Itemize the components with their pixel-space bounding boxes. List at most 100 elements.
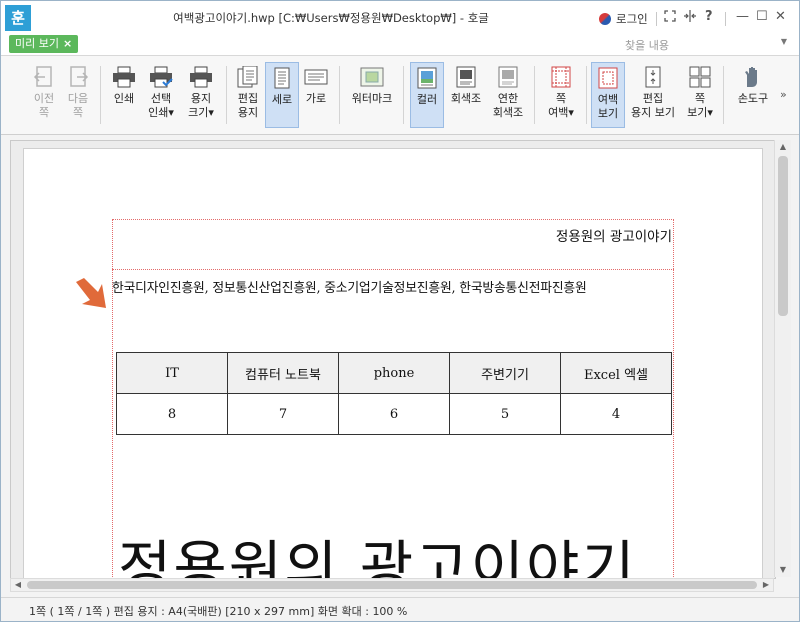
scroll-down-icon[interactable]: ▼ — [775, 563, 791, 577]
document-viewport[interactable]: 정용원의 광고이야기 한국디자인진흥원, 정보통신산업진흥원, 중소기업기술정보… — [10, 140, 776, 579]
app-logo-icon[interactable]: 훈 — [5, 5, 31, 31]
edit-paper-label-1: 편집 — [237, 92, 259, 105]
prev-page-icon — [33, 66, 52, 87]
ribbon-divider — [226, 66, 227, 124]
print-button[interactable]: 인쇄 — [107, 62, 141, 128]
grayscale-label: 회색조 — [450, 92, 482, 105]
print-icon — [113, 66, 135, 88]
watermark-label: 워터마크 — [351, 92, 393, 105]
scroll-right-icon[interactable]: ▶ — [759, 579, 773, 591]
tab-row: 미리 보기 × 찾을 내용 ▼ — [1, 33, 799, 56]
table-cell: 7 — [227, 393, 339, 435]
page-view-button[interactable]: 쪽 보기▾ — [683, 62, 717, 128]
grayscale-button[interactable]: 회색조 — [446, 62, 486, 128]
window-title: 여백광고이야기.hwp [C:₩Users₩정용원₩Desktop₩] - 호글 — [173, 11, 489, 25]
show-margin-label-1: 여백 — [597, 93, 619, 106]
print-label: 인쇄 — [113, 92, 135, 105]
next-page-label-1: 다음 — [67, 92, 89, 105]
login-badge-icon[interactable] — [599, 13, 611, 25]
tab-preview[interactable]: 미리 보기 × — [9, 35, 79, 53]
page-margin-label-2: 여백▾ — [548, 106, 574, 119]
fit-icon[interactable] — [684, 10, 696, 26]
next-page-icon — [70, 66, 89, 87]
scroll-thumb[interactable] — [27, 581, 757, 589]
ribbon-divider — [100, 66, 101, 124]
paper-size-button[interactable]: 용지 크기▾ — [182, 62, 220, 128]
scroll-up-icon[interactable]: ▲ — [775, 140, 791, 154]
chevron-down-icon[interactable]: ▼ — [781, 37, 787, 46]
help-icon[interactable]: ? — [705, 10, 713, 24]
color-label: 컬러 — [416, 93, 438, 106]
next-page-button[interactable]: 다음 쪽 — [61, 62, 95, 128]
find-placeholder: 찾을 내용 — [625, 39, 669, 52]
page-view-icon — [689, 66, 711, 88]
view-edit-paper-icon — [645, 66, 661, 88]
scroll-thumb[interactable] — [778, 156, 788, 316]
paper-size-label-2: 크기▾ — [188, 106, 214, 119]
table-cell: 5 — [449, 393, 561, 435]
table-cell: 4 — [560, 393, 672, 435]
close-icon[interactable]: ✕ — [775, 10, 786, 24]
light-grayscale-icon — [498, 66, 518, 88]
header-guide — [112, 269, 674, 271]
light-grayscale-label-2: 회색조 — [492, 106, 524, 119]
vertical-scrollbar[interactable]: ▲ ▼ — [774, 140, 791, 577]
prev-page-label-2: 쪽 — [38, 106, 50, 119]
ribbon-more-icon[interactable]: » — [780, 88, 787, 101]
hand-tool-button[interactable]: 손도구 — [733, 62, 773, 128]
ribbon-divider — [403, 66, 404, 124]
scroll-left-icon[interactable]: ◀ — [11, 579, 25, 591]
edit-paper-icon — [237, 66, 258, 88]
table-header-cell: phone — [338, 352, 450, 394]
table-cell: 6 — [338, 393, 450, 435]
landscape-icon — [304, 69, 328, 85]
view-edit-paper-label-1: 편집 — [642, 92, 664, 105]
prev-page-button[interactable]: 이전 쪽 — [27, 62, 61, 128]
show-margin-button[interactable]: 여백 보기 — [591, 62, 625, 128]
edit-paper-label-2: 용지 — [237, 106, 259, 119]
ribbon-divider — [339, 66, 340, 124]
watermark-button[interactable]: 워터마크 — [347, 62, 397, 128]
table-header-cell: 주변기기 — [449, 352, 561, 394]
light-grayscale-button[interactable]: 연한 회색조 — [488, 62, 528, 128]
table-header-row: IT 컴퓨터 노트북 phone 주변기기 Excel 엑셀 — [116, 352, 672, 394]
hand-tool-icon — [745, 67, 757, 87]
ribbon-divider — [534, 66, 535, 124]
landscape-label: 가로 — [305, 92, 327, 105]
page-view-label-2: 보기▾ — [687, 106, 713, 119]
ribbon-toolbar: 이전 쪽 다음 쪽 인쇄 선택 인쇄▾ 용지 크기▾ 편집 용지 세로 가로 워… — [1, 56, 799, 135]
select-print-label-2: 인쇄▾ — [148, 106, 174, 119]
horizontal-scrollbar[interactable]: ◀ ▶ — [10, 578, 774, 592]
ribbon-divider — [723, 66, 724, 124]
edit-paper-button[interactable]: 편집 용지 — [231, 62, 265, 128]
page-view-label-1: 쪽 — [694, 92, 706, 105]
ribbon-divider — [586, 66, 587, 124]
prev-page-label-1: 이전 — [33, 92, 55, 105]
login-link[interactable]: 로그인 — [616, 11, 648, 27]
view-edit-paper-button[interactable]: 편집 용지 보기 — [628, 62, 678, 128]
table-header-cell: Excel 엑셀 — [560, 352, 672, 394]
minimize-icon[interactable]: — — [736, 10, 749, 24]
select-print-icon — [150, 66, 173, 88]
grayscale-icon — [456, 66, 476, 88]
tab-close-icon[interactable]: × — [63, 37, 72, 50]
paper-size-icon — [190, 66, 212, 88]
page-margin-icon — [551, 66, 571, 88]
big-title-text: 정용원의 광고이야기 — [118, 534, 637, 579]
title-bar: 훈 여백광고이야기.hwp [C:₩Users₩정용원₩Desktop₩] - … — [1, 1, 799, 33]
select-print-button[interactable]: 선택 인쇄▾ — [143, 62, 179, 128]
portrait-button[interactable]: 세로 — [265, 62, 299, 128]
maximize-icon[interactable]: ☐ — [756, 10, 768, 24]
light-grayscale-label-1: 연한 — [497, 92, 519, 105]
portrait-icon — [274, 67, 290, 89]
watermark-icon — [360, 67, 384, 87]
page-sheet: 정용원의 광고이야기 한국디자인진흥원, 정보통신산업진흥원, 중소기업기술정보… — [23, 148, 763, 579]
find-input[interactable]: 찾을 내용 ▼ — [621, 37, 789, 52]
fullscreen-icon[interactable] — [664, 10, 676, 26]
page-margin-button[interactable]: 쪽 여백▾ — [542, 62, 580, 128]
next-page-label-2: 쪽 — [72, 106, 84, 119]
status-bar: 1쪽 ( 1쪽 / 1쪽 ) 편집 용지 : A4(국배판) [210 x 29… — [1, 597, 799, 621]
show-margin-icon — [598, 67, 618, 89]
color-button[interactable]: 컬러 — [410, 62, 444, 128]
landscape-button[interactable]: 가로 — [299, 62, 333, 128]
